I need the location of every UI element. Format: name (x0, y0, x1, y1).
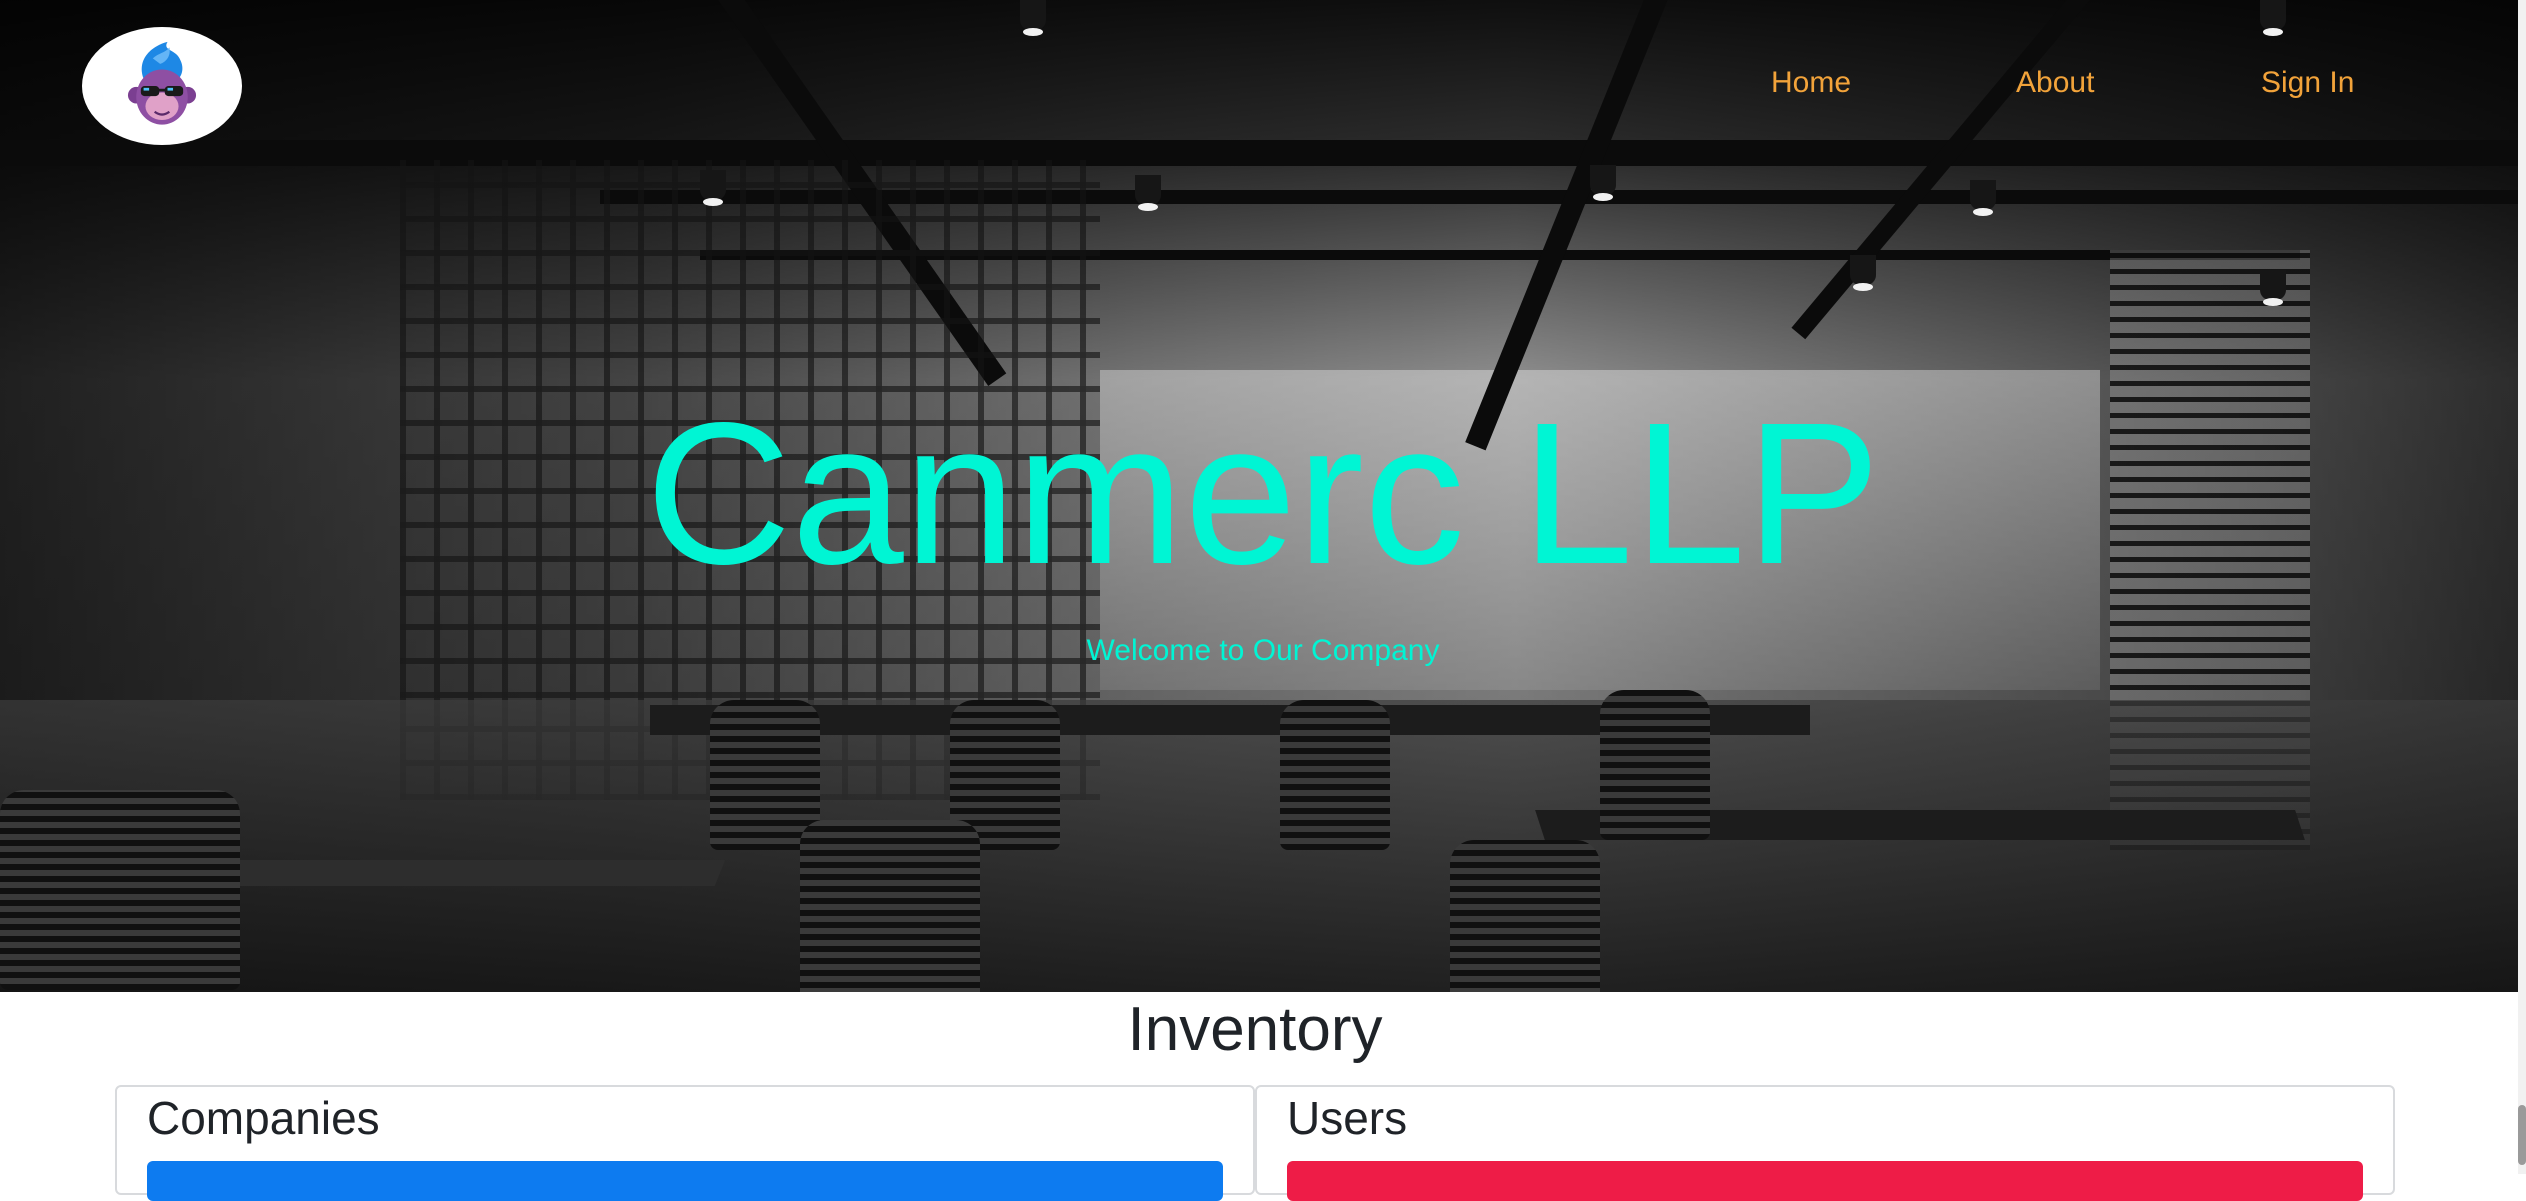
hero-title: Canmerc LLP (645, 380, 1881, 606)
users-card-title: Users (1287, 1092, 1408, 1144)
hero-subtitle: Welcome to Our Company (1086, 634, 1440, 667)
monkey-sunglasses-logo-icon (127, 41, 197, 125)
companies-card: Companies (115, 1085, 1255, 1201)
scrollbar-thumb[interactable] (2518, 1105, 2526, 1165)
companies-card-title: Companies (147, 1092, 380, 1144)
nav-link-about[interactable]: About (2016, 66, 2094, 100)
inventory-heading: Inventory (1127, 995, 1383, 1064)
users-card: Users (1255, 1085, 2395, 1201)
users-bar-button[interactable] (1287, 1161, 2363, 1201)
logo-link[interactable] (82, 27, 242, 145)
page-scrollbar[interactable] (2518, 0, 2526, 1174)
hero-banner: Home About Sign In Canmerc LLP Welcome t… (0, 0, 2526, 992)
nav-link-sign-in[interactable]: Sign In (2261, 66, 2354, 100)
companies-bar-button[interactable] (147, 1161, 1223, 1201)
nav-link-home[interactable]: Home (1771, 66, 1851, 100)
